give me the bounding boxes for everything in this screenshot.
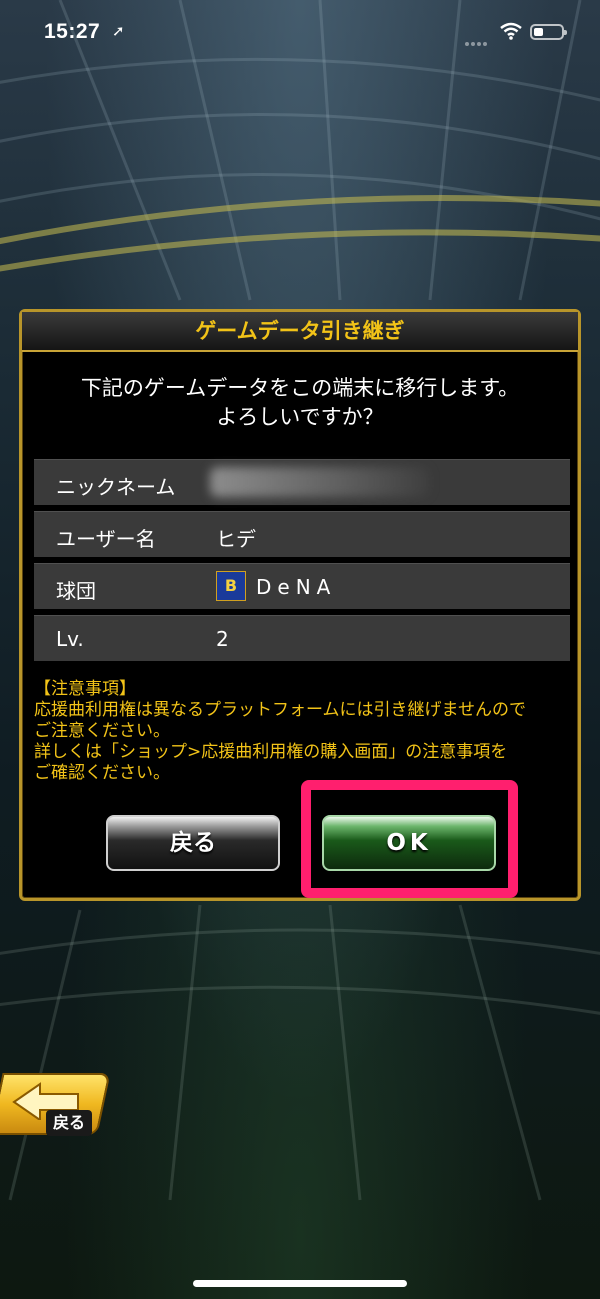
battery-icon — [530, 24, 567, 40]
dialog-title: ゲームデータ引き継ぎ — [22, 312, 578, 352]
account-info-table: ニックネーム ユーザー名 ヒデ 球団 B DeNA Lv. 2 — [34, 459, 570, 667]
notes-heading: 【注意事項】 — [34, 679, 136, 699]
cellular-signal-icon — [465, 31, 491, 46]
status-bar: 15:27 ➚ — [0, 0, 600, 64]
nav-back-label[interactable]: 戻る — [46, 1110, 92, 1136]
ok-highlight-frame — [301, 780, 518, 898]
username-label: ユーザー名 — [56, 527, 156, 551]
level-value: 2 — [216, 627, 229, 651]
notes: 【注意事項】 応援曲利用権は異なるプラットフォームには引き継げませんので ご注意… — [34, 679, 574, 784]
status-time: 15:27 — [44, 20, 101, 43]
row-team: 球団 B DeNA — [34, 563, 570, 609]
dialog-message: 下記のゲームデータをこの端末に移行します。 よろしいですか？ — [22, 374, 578, 432]
nickname-value-blurred — [210, 467, 430, 497]
username-value: ヒデ — [216, 527, 256, 551]
nickname-label: ニックネーム — [56, 475, 176, 499]
dialog-message-line2: よろしいですか？ — [216, 405, 384, 429]
home-indicator[interactable] — [193, 1280, 407, 1287]
wifi-icon — [500, 22, 522, 40]
row-nickname: ニックネーム — [34, 459, 570, 505]
level-label: Lv. — [56, 627, 84, 651]
notes-line2: ご注意ください。 — [34, 721, 170, 741]
location-icon: ➚ — [112, 22, 125, 40]
dialog-message-line1: 下記のゲームデータをこの端末に移行します。 — [80, 376, 520, 400]
row-username: ユーザー名 ヒデ — [34, 511, 570, 557]
team-logo-icon: B — [216, 571, 246, 601]
row-level: Lv. 2 — [34, 615, 570, 661]
notes-line3: 詳しくは「ショップ>応援曲利用権の購入画面」の注意事項を — [34, 742, 508, 762]
notes-line1: 応援曲利用権は異なるプラットフォームには引き継げませんので — [34, 700, 526, 720]
team-label: 球団 — [56, 579, 96, 603]
team-value: DeNA — [256, 575, 337, 599]
back-button[interactable]: 戻る — [106, 815, 280, 871]
